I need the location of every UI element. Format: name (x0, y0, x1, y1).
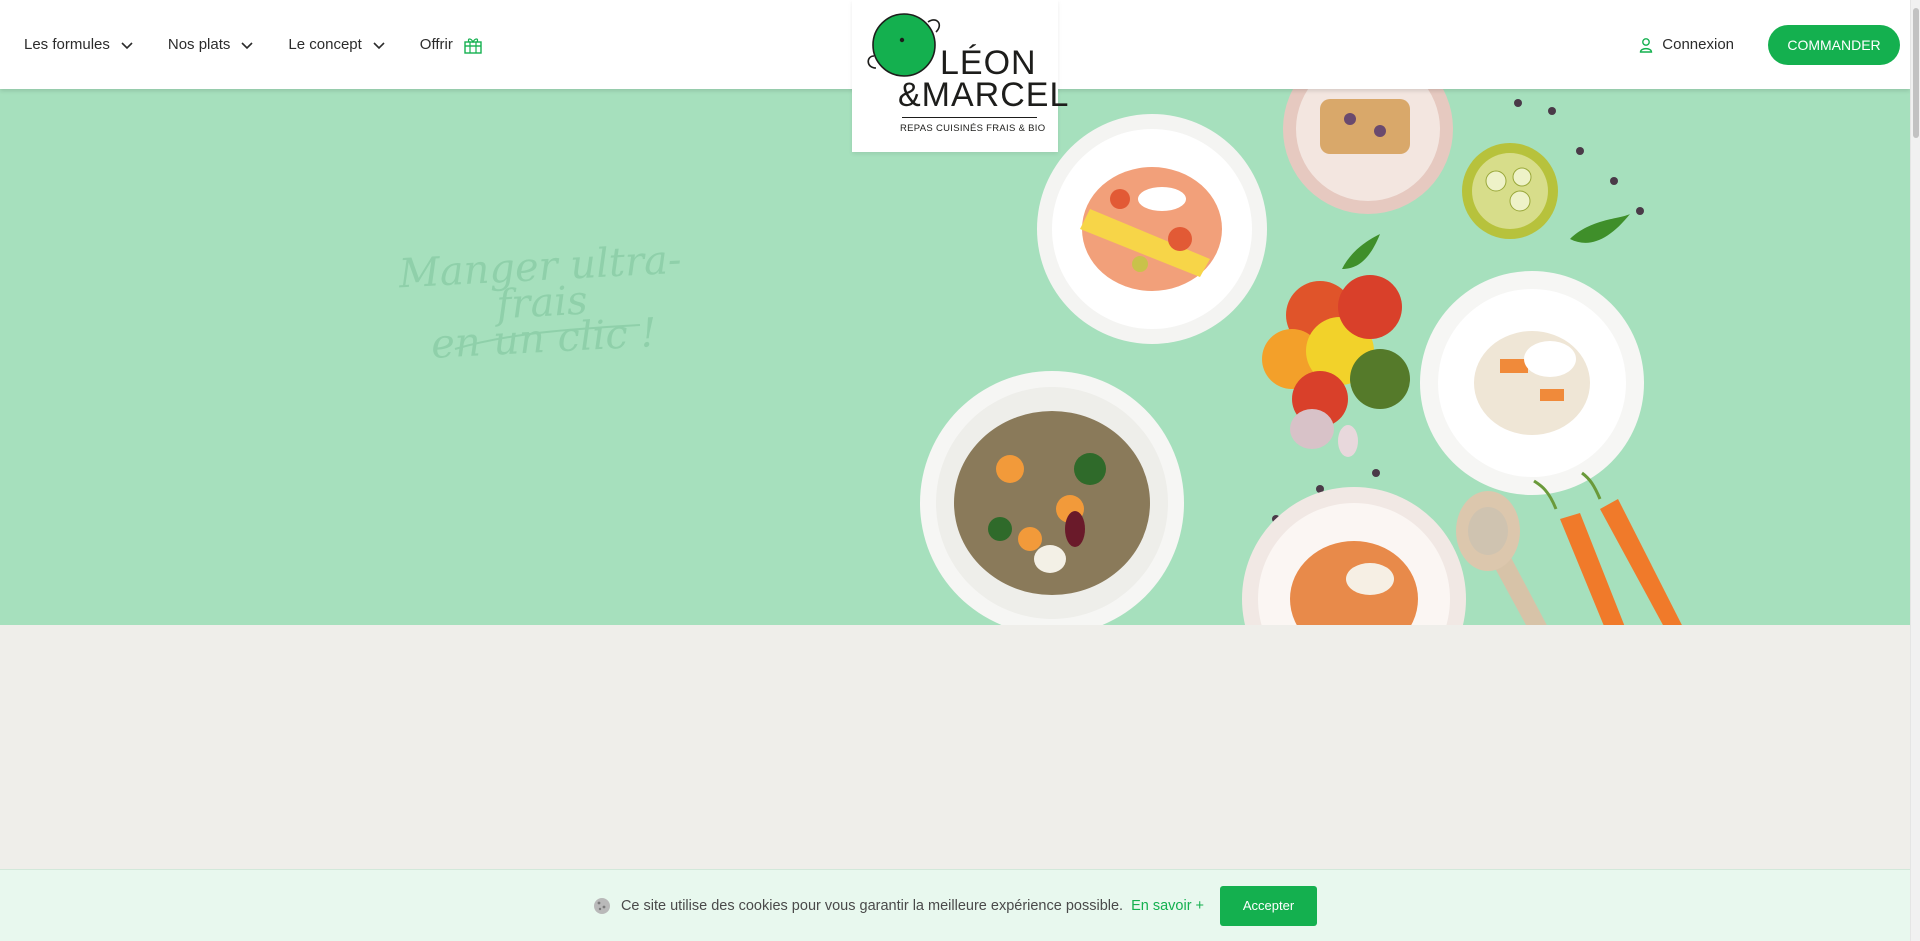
cookie-accept-button[interactable]: Accepter (1220, 885, 1318, 926)
page-content-area (0, 665, 1910, 869)
user-icon (1640, 37, 1653, 53)
logo-line-1: LÉON (940, 44, 1037, 82)
tomatoes (1262, 275, 1410, 427)
nav-item-label: Les formules (24, 36, 110, 53)
tagline-swash-decoration (454, 324, 641, 350)
header-actions: Connexion COMMANDER (1638, 0, 1910, 89)
wooden-spoon-quinoa (1456, 491, 1547, 625)
login-link[interactable]: Connexion (1638, 36, 1734, 53)
nav-item-label: Nos plats (167, 36, 231, 53)
cookie-message: Ce site utilise des cookies pour vous ga… (620, 897, 1124, 914)
page-scrollbar[interactable] (1910, 0, 1920, 941)
garlic (1290, 409, 1358, 457)
chevron-down-icon (373, 41, 385, 49)
scrollbar-thumb[interactable] (1913, 8, 1919, 138)
main-nav: Les formules Nos plats Le concept Offrir (24, 0, 517, 89)
bowl-cucumber (1462, 143, 1558, 239)
gift-icon (464, 37, 482, 54)
cookie-banner: Ce site utilise des cookies pour vous ga… (0, 869, 1910, 941)
chevron-down-icon (121, 41, 133, 49)
logo-divider (902, 117, 1037, 118)
cookie-icon (593, 897, 610, 914)
nav-item-label: Offrir (419, 36, 453, 53)
nav-item-formules[interactable]: Les formules (24, 25, 134, 65)
login-label: Connexion (1662, 36, 1734, 53)
carrots (1533, 471, 1682, 625)
plate-fish-vegetables (1420, 271, 1644, 495)
cookie-learn-more-link[interactable]: En savoir + (1131, 898, 1204, 914)
plate-fish-dish (1037, 114, 1267, 344)
nav-item-label: Le concept (288, 36, 362, 53)
logo-line-2: &MARCEL (898, 76, 1070, 114)
nav-item-plats[interactable]: Nos plats (168, 25, 255, 65)
food-illustration (920, 89, 1682, 625)
plate-pasta (1242, 487, 1466, 625)
hero-banner: Manger ultra-frais en un clic ! (0, 89, 1910, 625)
chevron-down-icon (241, 41, 253, 49)
brand-logo[interactable]: LÉON &MARCEL REPAS CUISINÉS FRAIS & BIO (852, 0, 1068, 152)
logo-tagline: REPAS CUISINÉS FRAIS & BIO (900, 123, 1046, 134)
order-button[interactable]: COMMANDER (1768, 24, 1900, 65)
plate-cake (1283, 89, 1453, 214)
nav-item-offrir[interactable]: Offrir (420, 25, 483, 65)
plate-salad (920, 371, 1184, 625)
nav-item-concept[interactable]: Le concept (288, 25, 385, 65)
